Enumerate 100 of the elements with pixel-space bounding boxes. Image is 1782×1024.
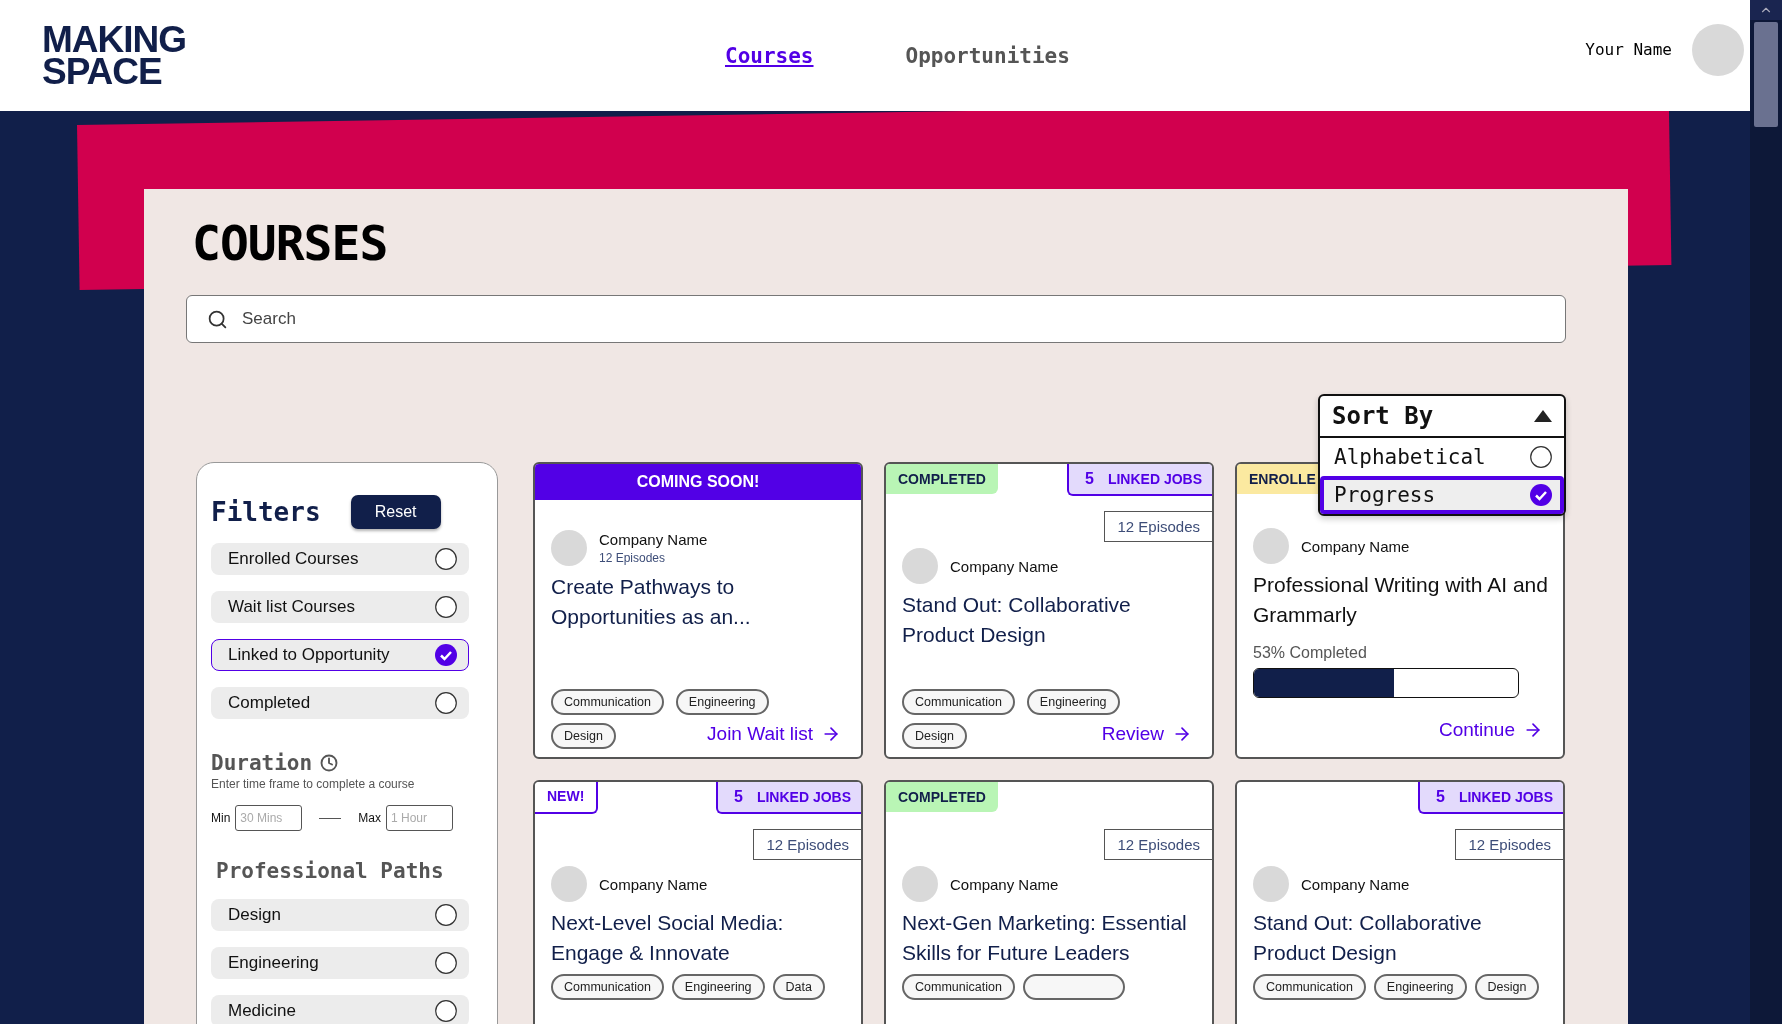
status-badge: COMPLETED bbox=[886, 464, 998, 494]
card-link[interactable]: Continue bbox=[1438, 719, 1549, 741]
reset-button[interactable]: Reset bbox=[350, 495, 441, 529]
topic-tag: Communication bbox=[902, 689, 1015, 715]
option-label: Enrolled Courses bbox=[228, 549, 359, 569]
course-card[interactable]: COMPLETED 12 Episodes Company Name Next-Gen Marketing: Essential Skills for Future Leaders Communication bbox=[884, 780, 1214, 1024]
topic-tag: Engineering bbox=[1026, 689, 1120, 715]
job-count: 5 bbox=[733, 788, 743, 806]
scroll-up-button[interactable] bbox=[1750, 0, 1782, 20]
filter-option[interactable]: Medicine bbox=[211, 995, 469, 1024]
topic-tag: Data bbox=[772, 974, 825, 1000]
topic-tag: Communication bbox=[551, 689, 664, 715]
option-label: Linked to Opportunity bbox=[228, 645, 390, 665]
sort-option[interactable]: Alphabetical bbox=[1320, 438, 1564, 476]
nav-tab[interactable]: Courses bbox=[725, 43, 814, 68]
option-label: Completed bbox=[228, 693, 311, 713]
checked-icon[interactable] bbox=[435, 644, 457, 666]
course-title: Create Pathways to Opportunities as an... bbox=[551, 574, 752, 630]
card-link[interactable]: Review bbox=[1101, 723, 1198, 745]
max-label: Max bbox=[358, 811, 381, 825]
scrollbar[interactable] bbox=[1750, 0, 1782, 1024]
duration-title: Duration bbox=[211, 751, 313, 775]
radio-icon[interactable] bbox=[435, 596, 457, 618]
option-label: Wait list Courses bbox=[228, 597, 355, 617]
company-name: Company Name bbox=[599, 875, 708, 893]
topic-tag: Communication bbox=[1253, 974, 1366, 1000]
radio-icon[interactable] bbox=[1530, 446, 1552, 468]
company-name: Company Name bbox=[599, 531, 708, 548]
scrollbar-thumb[interactable] bbox=[1754, 22, 1778, 127]
company-name: Company Name bbox=[950, 557, 1059, 575]
option-label: Engineering bbox=[228, 953, 319, 973]
job-count: 5 bbox=[1435, 788, 1445, 806]
search-icon bbox=[207, 308, 228, 330]
status-badge: COMPLETED bbox=[886, 782, 998, 812]
badge-label: LINKED JOBS bbox=[756, 789, 851, 805]
nav-tab[interactable]: Opportunities bbox=[905, 43, 1070, 68]
filter-option[interactable]: Wait list Courses bbox=[211, 591, 469, 623]
filter-option[interactable]: Engineering bbox=[211, 947, 469, 979]
topic-tag: Design bbox=[902, 723, 967, 749]
filter-option[interactable]: Completed bbox=[211, 687, 469, 719]
topic-tag: Communication bbox=[902, 974, 1015, 1000]
course-title: Stand Out: Collaborative Product Design bbox=[1253, 910, 1483, 966]
episodes-badge: 12 Episodes bbox=[1104, 829, 1212, 860]
search-field[interactable]: Search bbox=[186, 295, 1566, 343]
sort-toggle[interactable]: Sort By bbox=[1320, 396, 1564, 438]
company-avatar bbox=[902, 548, 938, 584]
option-label: Medicine bbox=[228, 1001, 297, 1021]
user-name: Your Name bbox=[1585, 40, 1672, 59]
course-card[interactable]: NEW! 5 LINKED JOBS 12 Episodes Company Name Next-Level Social Media: Engage & Innovate Communication Engineering Data bbox=[533, 780, 863, 1024]
topic-tag: Design bbox=[1474, 974, 1540, 1000]
company-avatar bbox=[551, 530, 587, 566]
job-count: 5 bbox=[1084, 470, 1094, 488]
course-card[interactable]: COMING SOON! Company Name 12 Episodes Create Pathways to Opportunities as an... Communication Engineering Design Join Wait list bbox=[533, 462, 863, 759]
course-title: Next-Gen Marketing: Essential Skills for Future Leaders bbox=[902, 910, 1188, 966]
topic-tag: Design bbox=[551, 723, 616, 749]
episode-count: 12 Episodes bbox=[599, 551, 667, 565]
company-name: Company Name bbox=[1301, 537, 1410, 555]
course-title: Next-Level Social Media: Engage & Innovate bbox=[551, 910, 785, 966]
radio-icon[interactable] bbox=[435, 692, 457, 714]
topic-tag: Communication bbox=[551, 974, 664, 1000]
episodes-badge: 12 Episodes bbox=[753, 829, 861, 860]
filter-option[interactable]: Design bbox=[211, 899, 469, 931]
radio-icon[interactable] bbox=[435, 548, 457, 570]
badge-label: LINKED JOBS bbox=[1107, 471, 1202, 487]
status-banner: COMING SOON! bbox=[535, 464, 861, 500]
duration-hint: Enter time frame to complete a course bbox=[211, 777, 416, 791]
episodes-badge: 12 Episodes bbox=[1455, 829, 1563, 860]
company-avatar bbox=[1253, 528, 1289, 564]
filter-option[interactable]: Linked to Opportunity bbox=[211, 639, 469, 671]
sort-option[interactable]: Progress bbox=[1320, 476, 1564, 514]
topic-tag: Engineering bbox=[1373, 974, 1467, 1000]
checked-icon[interactable] bbox=[1530, 484, 1552, 506]
card-link[interactable]: Join Wait list bbox=[707, 723, 847, 745]
company-avatar bbox=[902, 866, 938, 902]
radio-icon[interactable] bbox=[435, 1000, 457, 1022]
logo[interactable]: MAKING SPACE bbox=[42, 24, 725, 87]
badge-label: LINKED JOBS bbox=[1458, 789, 1553, 805]
paths-title: Professional Paths bbox=[216, 859, 445, 883]
episodes-badge: 12 Episodes bbox=[1104, 511, 1212, 542]
topic-tag: Engineering bbox=[671, 974, 765, 1000]
course-card[interactable]: COMPLETED 5 LINKED JOBS 12 Episodes Company Name Stand Out: Collaborative Product Design Communication Engineering Design Review bbox=[884, 462, 1214, 759]
course-title: Stand Out: Collaborative Product Design bbox=[902, 592, 1132, 648]
radio-icon[interactable] bbox=[435, 904, 457, 926]
course-title: Professional Writing with AI and Grammarly bbox=[1253, 572, 1549, 628]
topic-tag: Engineering bbox=[675, 689, 769, 715]
filters-title: Filters bbox=[211, 497, 321, 527]
option-label: Design bbox=[228, 905, 281, 925]
search-input[interactable]: Search bbox=[240, 308, 1545, 330]
page-title: COURSES bbox=[192, 215, 389, 271]
company-name: Company Name bbox=[950, 875, 1059, 893]
status-badge: NEW! bbox=[535, 782, 599, 814]
filter-option[interactable]: Enrolled Courses bbox=[211, 543, 469, 575]
company-avatar bbox=[1253, 866, 1289, 902]
progress-label: 53% Completed bbox=[1253, 644, 1368, 662]
min-label: Min bbox=[211, 811, 231, 825]
radio-icon[interactable] bbox=[435, 952, 457, 974]
max-field[interactable]: 1 Hour bbox=[386, 805, 453, 831]
company-avatar bbox=[551, 866, 587, 902]
min-field[interactable]: 30 Mins bbox=[235, 805, 303, 831]
course-card[interactable]: 5 LINKED JOBS 12 Episodes Company Name Stand Out: Collaborative Product Design Communication Engineering Design bbox=[1235, 780, 1565, 1024]
